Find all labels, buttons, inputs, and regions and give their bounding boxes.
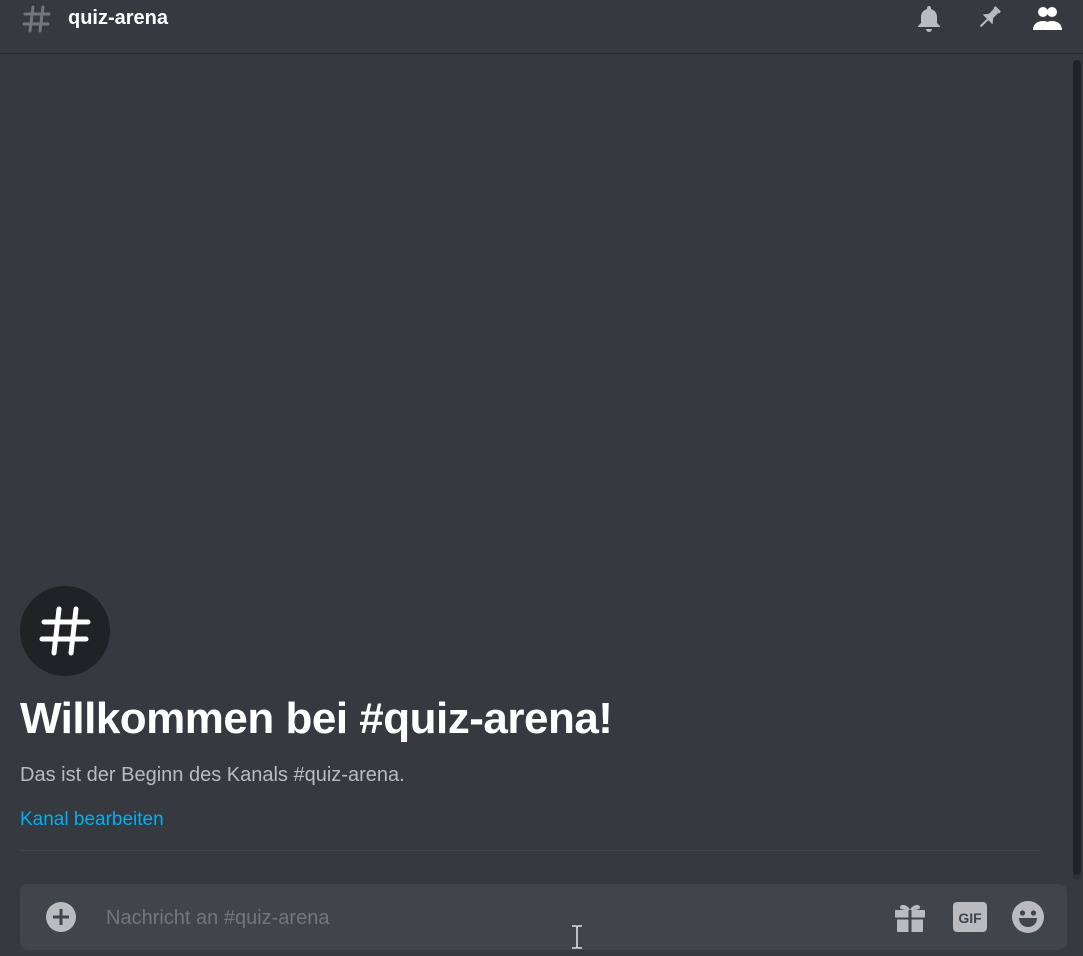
members-icon[interactable] [1032,4,1062,32]
divider [20,850,1040,851]
hash-icon [39,606,91,656]
add-icon[interactable] [46,902,76,932]
hash-icon [22,4,52,34]
channel-welcome-icon [20,586,110,676]
gift-icon[interactable] [892,900,928,934]
message-input[interactable] [104,900,868,936]
gif-icon[interactable]: GIF [952,900,988,934]
edit-channel-link[interactable]: Kanal bearbeiten [20,809,164,831]
channel-header: quiz-arena [0,0,1083,53]
chat-app: quiz-arena Willkommen bei #quiz-arena! D… [0,0,1083,956]
welcome-title: Willkommen bei #quiz-arena! [20,694,613,743]
pin-icon[interactable] [974,4,1004,32]
text-cursor-icon [570,924,584,950]
bell-icon[interactable] [914,4,944,32]
welcome-subtitle: Das ist der Beginn des Kanals #quiz-aren… [20,764,405,786]
gif-label: GIF [958,910,982,926]
emoji-icon[interactable] [1010,900,1046,934]
scrollbar-thumb[interactable] [1073,60,1081,875]
message-composer: GIF [20,884,1067,950]
channel-title: quiz-arena [68,7,169,29]
